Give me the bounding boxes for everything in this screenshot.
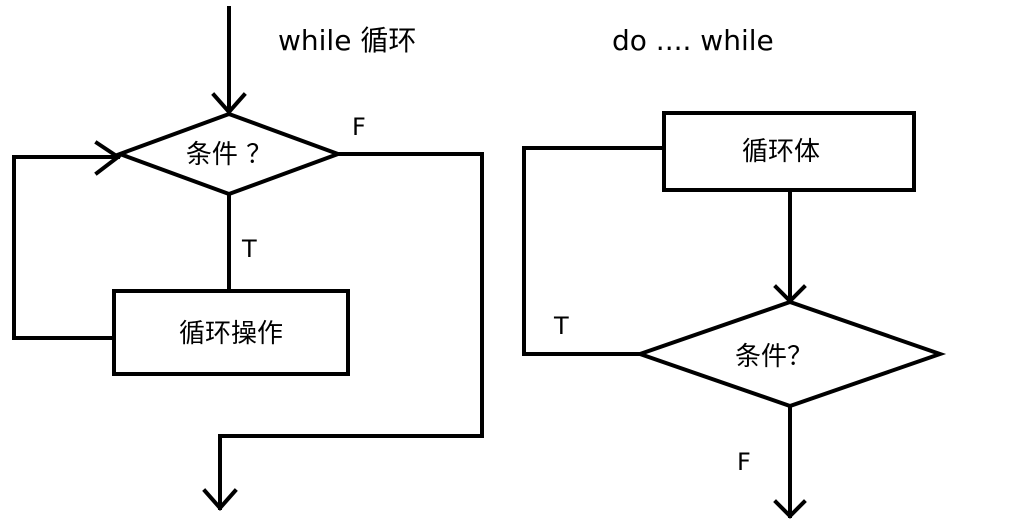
- do-while-loop-back-line: [522, 146, 666, 356]
- do-while-title: do .... while: [612, 24, 774, 57]
- while-true-label: T: [241, 235, 257, 263]
- while-loop-back-line: [12, 155, 120, 340]
- do-while-condition-label: 条件？: [735, 342, 813, 372]
- while-loop-title: while 循环: [278, 24, 416, 57]
- while-loop-diagram: while 循环 条件 ？ T 循环操作 F: [12, 6, 484, 512]
- do-while-loop-diagram: do .... while 循环体 条件？ T F: [522, 24, 947, 519]
- do-while-body-label: 循环体: [742, 137, 820, 167]
- while-false-label: F: [352, 113, 366, 141]
- flowchart-svg: while 循环 条件 ？ T 循环操作 F do .... while 循环体…: [12, 6, 947, 519]
- while-body-label: 循环操作: [179, 319, 283, 349]
- do-while-true-label: T: [553, 312, 569, 340]
- flowchart-canvas: while 循环 条件 ？ T 循环操作 F do .... while 循环体…: [0, 0, 1018, 521]
- do-while-false-label: F: [737, 448, 751, 476]
- while-condition-label: 条件 ？: [186, 140, 272, 170]
